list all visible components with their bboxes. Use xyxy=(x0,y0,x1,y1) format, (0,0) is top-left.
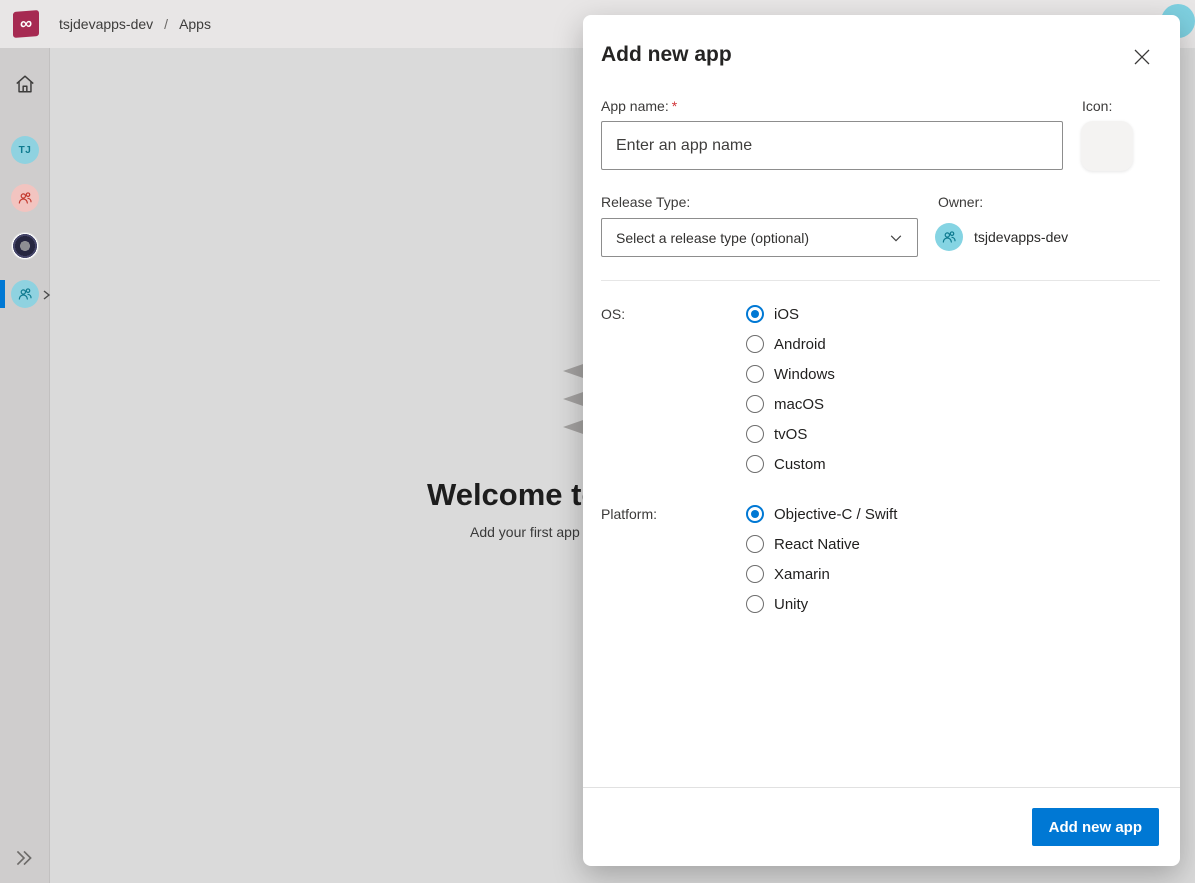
people-icon xyxy=(941,229,957,245)
radio-custom[interactable]: Custom xyxy=(746,449,835,479)
radio-objective-c-swift[interactable]: Objective-C / Swift xyxy=(746,499,897,529)
radio-label: macOS xyxy=(774,396,824,413)
radio-label: Unity xyxy=(774,596,808,613)
people-icon xyxy=(17,190,33,206)
breadcrumb-separator: / xyxy=(164,16,168,32)
radio-control[interactable] xyxy=(746,595,764,613)
welcome-heading: Welcome to xyxy=(427,477,600,513)
sidebar-selection-indicator xyxy=(0,280,5,308)
required-mark: * xyxy=(672,98,677,114)
chevron-down-icon xyxy=(889,231,903,245)
radio-xamarin[interactable]: Xamarin xyxy=(746,559,897,589)
app-name-input[interactable] xyxy=(601,121,1063,170)
section-divider xyxy=(601,280,1160,281)
welcome-subtitle: Add your first app xyxy=(470,524,580,540)
radio-label: Xamarin xyxy=(774,566,830,583)
radio-control[interactable] xyxy=(746,365,764,383)
breadcrumb: tsjdevapps-dev / Apps xyxy=(59,16,211,32)
app-icon-placeholder xyxy=(1081,121,1133,171)
release-type-label: Release Type: xyxy=(601,194,690,210)
owner-avatar xyxy=(935,223,963,251)
radio-label: iOS xyxy=(774,306,799,323)
radio-control[interactable] xyxy=(746,505,764,523)
platform-group-label: Platform: xyxy=(601,506,657,522)
radio-control[interactable] xyxy=(746,425,764,443)
radio-label: Android xyxy=(774,336,826,353)
icon-label: Icon: xyxy=(1082,98,1112,114)
radio-label: tvOS xyxy=(774,426,807,443)
breadcrumb-org[interactable]: tsjdevapps-dev xyxy=(59,16,153,32)
sidebar-item-user-tj[interactable]: TJ xyxy=(11,136,39,164)
radio-control[interactable] xyxy=(746,395,764,413)
sidebar-item-org-red[interactable] xyxy=(11,184,39,212)
radio-control[interactable] xyxy=(746,335,764,353)
dialog-title: Add new app xyxy=(601,43,732,67)
release-type-value: Select a release type (optional) xyxy=(616,230,809,246)
people-icon xyxy=(17,286,33,302)
platform-radio-group: Objective-C / Swift React Native Xamarin Un… xyxy=(746,499,897,619)
radio-windows[interactable]: Windows xyxy=(746,359,835,389)
radio-label: Objective-C / Swift xyxy=(774,506,897,523)
owner-row: tsjdevapps-dev xyxy=(935,223,1068,251)
chevron-right-icon[interactable] xyxy=(41,288,51,306)
close-icon[interactable] xyxy=(1132,47,1152,67)
home-icon[interactable] xyxy=(0,73,49,95)
radio-control[interactable] xyxy=(746,565,764,583)
radio-label: Custom xyxy=(774,456,826,473)
os-group-label: OS: xyxy=(601,306,625,322)
radio-control[interactable] xyxy=(746,305,764,323)
add-new-app-dialog: Add new app App name:* Icon: Release Typ… xyxy=(583,15,1180,866)
radio-tvos[interactable]: tvOS xyxy=(746,419,835,449)
sidebar-item-org-selected[interactable] xyxy=(11,280,39,308)
radio-ios[interactable]: iOS xyxy=(746,299,835,329)
radio-control[interactable] xyxy=(746,535,764,553)
radio-label: Windows xyxy=(774,366,835,383)
os-radio-group: iOS Android Windows macOS tvOS Custom xyxy=(746,299,835,479)
add-new-app-button[interactable]: Add new app xyxy=(1032,808,1159,846)
sidebar-item-user-photo[interactable] xyxy=(11,232,39,260)
sidebar: TJ xyxy=(0,48,50,883)
release-type-select[interactable]: Select a release type (optional) xyxy=(601,218,918,257)
footer-divider xyxy=(583,787,1180,788)
owner-label: Owner: xyxy=(938,194,983,210)
app-name-label: App name:* xyxy=(601,98,677,114)
expand-sidebar-icon[interactable] xyxy=(13,849,35,872)
avatar-initials: TJ xyxy=(19,145,32,156)
radio-label: React Native xyxy=(774,536,860,553)
radio-android[interactable]: Android xyxy=(746,329,835,359)
radio-macos[interactable]: macOS xyxy=(746,389,835,419)
owner-name: tsjdevapps-dev xyxy=(974,229,1068,245)
radio-react-native[interactable]: React Native xyxy=(746,529,897,559)
app-center-logo-icon[interactable]: ∞ xyxy=(13,10,39,38)
radio-unity[interactable]: Unity xyxy=(746,589,897,619)
breadcrumb-page[interactable]: Apps xyxy=(179,16,211,32)
radio-control[interactable] xyxy=(746,455,764,473)
